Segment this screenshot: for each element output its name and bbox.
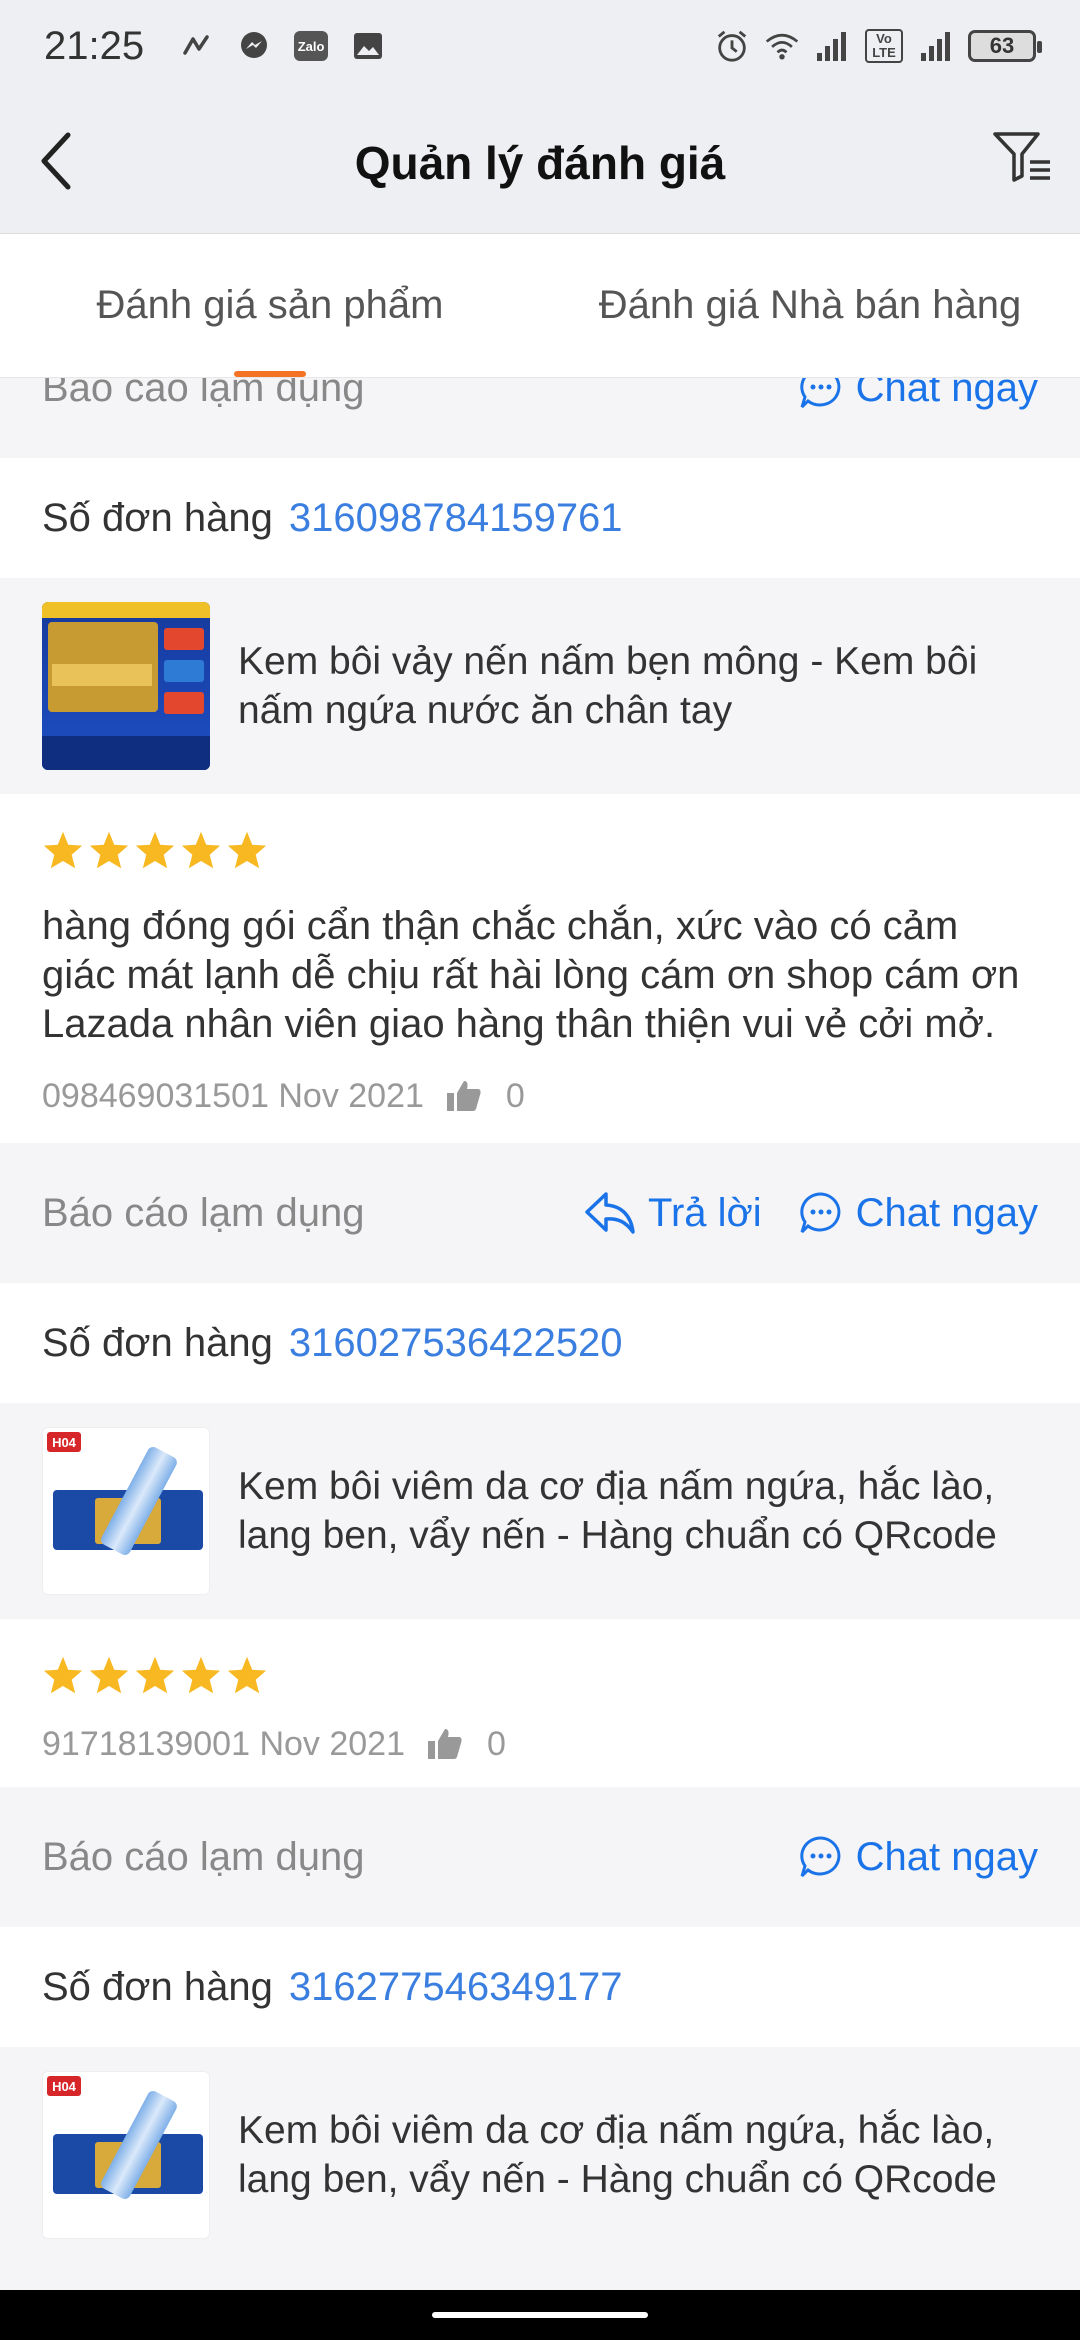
- alarm-icon: [714, 28, 750, 64]
- volte-icon: Vo LTE: [864, 28, 904, 64]
- star-icon: [43, 1656, 83, 1694]
- review-actions: Báo cáo lạm dụng Chat ngay: [0, 1787, 1080, 1927]
- chat-now-button[interactable]: Chat ngay: [798, 1834, 1038, 1880]
- product-name: Kem bôi vảy nến nấm bẹn mông - Kem bôi n…: [238, 640, 978, 732]
- thumbs-up-icon: [446, 1081, 481, 1111]
- like-button[interactable]: 0: [427, 1725, 506, 1764]
- product-thumbnail: [42, 602, 210, 770]
- star-icon: [135, 831, 175, 869]
- reply-button[interactable]: Trả lời: [584, 1190, 762, 1236]
- filter-icon: [993, 132, 1050, 182]
- chat-bubble-icon: [799, 378, 841, 409]
- thumbnail-badge: H04: [47, 1432, 81, 1452]
- chat-now-label: Chat ngay: [855, 378, 1038, 410]
- chat-now-label: Chat ngay: [855, 1190, 1038, 1235]
- star-icon: [227, 1656, 267, 1694]
- like-count: 0: [487, 1724, 506, 1763]
- battery-icon: 63: [968, 30, 1042, 62]
- star-icon: [135, 1656, 175, 1694]
- messenger-icon: [236, 28, 272, 64]
- review-meta: 098469031501 Nov 2021 0: [42, 1071, 1038, 1121]
- star-icon: [227, 831, 267, 869]
- product-name: Kem bôi viêm da cơ địa nấm ngứa, hắc lào…: [238, 2109, 997, 2201]
- product-thumbnail: H04: [42, 1427, 210, 1595]
- product-name: Kem bôi viêm da cơ địa nấm ngứa, hắc lào…: [238, 1465, 997, 1557]
- system-nav-bar: [0, 2290, 1080, 2340]
- review-tabs: Đánh giá sản phẩm Đánh giá Nhà bán hàng: [0, 234, 1080, 378]
- chat-now-button[interactable]: Chat ngay: [798, 378, 1038, 411]
- review-actions: Báo cáo lạm dụng Chat ngay: [0, 378, 1080, 458]
- order-label: Số đơn hàng: [42, 495, 273, 540]
- home-gesture-bar[interactable]: [432, 2312, 648, 2318]
- product-row[interactable]: H04 Kem bôi viêm da cơ địa nấm ngứa, hắc…: [0, 1403, 1080, 1619]
- review-date: 91718139001 Nov 2021: [42, 1724, 405, 1763]
- order-row: Số đơn hàng 316098784159761: [0, 458, 1080, 578]
- thumbs-up-icon: [428, 1729, 462, 1759]
- report-abuse-link[interactable]: Báo cáo lạm dụng: [42, 1191, 364, 1236]
- review-body: hàng đóng gói cẩn thận chắc chắn, xức và…: [0, 794, 1080, 1143]
- status-time: 21:25: [44, 23, 145, 68]
- review-body: 91718139001 Nov 2021 0: [0, 1619, 1080, 1787]
- chat-bubble-icon: [799, 1192, 841, 1234]
- order-number-link[interactable]: 316098784159761: [289, 496, 623, 541]
- thumbnail-badge: H04: [47, 2076, 81, 2096]
- like-button[interactable]: 0: [446, 1077, 525, 1116]
- order-number-link[interactable]: 316277546349177: [289, 1965, 623, 2010]
- chat-now-label: Chat ngay: [855, 1834, 1038, 1879]
- chat-now-button[interactable]: Chat ngay: [798, 1190, 1038, 1236]
- star-rating: [42, 828, 1038, 872]
- order-label: Số đơn hàng: [42, 1964, 273, 2009]
- order-label: Số đơn hàng: [42, 1320, 273, 1365]
- review-date: 098469031501 Nov 2021: [42, 1076, 424, 1115]
- reply-label: Trả lời: [648, 1190, 762, 1235]
- review-list[interactable]: Báo cáo lạm dụng Chat ngay Số đơn hàng 3…: [0, 378, 1080, 2290]
- product-row[interactable]: H04 Kem bôi viêm da cơ địa nấm ngứa, hắc…: [0, 2047, 1080, 2263]
- star-icon: [89, 831, 129, 869]
- image-icon: [350, 28, 386, 64]
- report-abuse-link[interactable]: Báo cáo lạm dụng: [42, 378, 364, 411]
- filter-button[interactable]: [988, 122, 1058, 192]
- product-row[interactable]: Kem bôi vảy nến nấm bẹn mông - Kem bôi n…: [0, 578, 1080, 794]
- app-header: Quản lý đánh giá: [0, 92, 1080, 234]
- star-rating: [42, 1653, 1038, 1697]
- chat-bubble-icon: [799, 1836, 841, 1878]
- status-bar: 21:25 Zalo Vo LTE 63: [0, 0, 1080, 92]
- reply-icon: [585, 1192, 635, 1234]
- review-actions: Báo cáo lạm dụng Trả lời Chat ngay: [0, 1143, 1080, 1283]
- order-row: Số đơn hàng 316277546349177: [0, 1927, 1080, 2047]
- wifi-icon: [764, 28, 800, 64]
- review-meta: 91718139001 Nov 2021 0: [42, 1719, 1038, 1769]
- tab-product-reviews[interactable]: Đánh giá sản phẩm: [0, 234, 540, 377]
- star-icon: [181, 1656, 221, 1694]
- star-icon: [181, 831, 221, 869]
- back-button[interactable]: [26, 126, 86, 196]
- order-number-link[interactable]: 316027536422520: [289, 1321, 623, 1366]
- tab-seller-reviews[interactable]: Đánh giá Nhà bán hàng: [540, 234, 1080, 377]
- signal-icon: [814, 28, 850, 64]
- report-abuse-link[interactable]: Báo cáo lạm dụng: [42, 1835, 364, 1880]
- star-icon: [43, 831, 83, 869]
- like-count: 0: [505, 1076, 525, 1115]
- product-thumbnail: H04: [42, 2071, 210, 2239]
- signal-app-icon: [178, 28, 214, 64]
- page-title: Quản lý đánh giá: [354, 136, 726, 189]
- signal-icon: [918, 28, 954, 64]
- order-row: Số đơn hàng 316027536422520: [0, 1283, 1080, 1403]
- star-icon: [89, 1656, 129, 1694]
- zalo-icon: Zalo: [294, 31, 329, 61]
- back-arrow-icon: [41, 132, 71, 190]
- review-text: hàng đóng gói cẩn thận chắc chắn, xức và…: [42, 904, 1020, 1046]
